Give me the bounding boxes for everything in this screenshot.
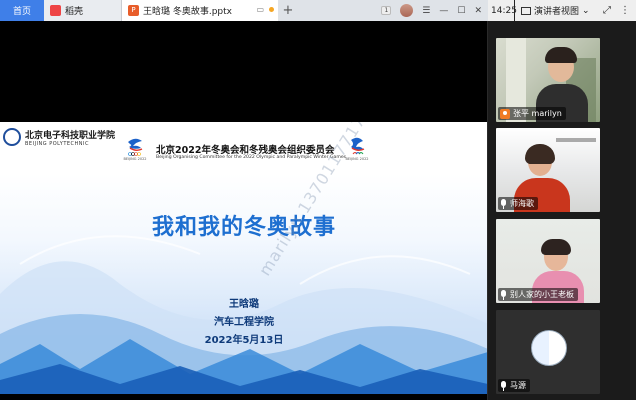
tab-home-label: 首页 — [12, 7, 31, 17]
slide-title: 我和我的冬奥故事 — [151, 215, 336, 240]
unsaved-dot-icon — [269, 7, 274, 12]
committee-name-cn: 北京2022年冬奥会和冬残奥会组织委员会 — [156, 145, 335, 156]
tab-pptx[interactable]: P 王晗璐 冬奥故事.pptx ▭ — [122, 0, 278, 21]
participant-name-tag: 张平 marilyn — [498, 107, 566, 120]
tab-docer-label: 稻壳 — [65, 7, 84, 17]
browser-tab-bar: 首页 稻壳 P 王晗璐 冬奥故事.pptx ▭ + 1 ☰ — ☐ ✕ — [0, 0, 488, 21]
participant-name: 张平 marilyn — [513, 109, 562, 118]
meeting-time: 14:25 — [491, 5, 517, 16]
new-tab-button[interactable]: + — [278, 0, 298, 21]
emblem-caption-1: BEIJING 2022 — [123, 157, 147, 161]
mic-icon — [500, 380, 507, 391]
slide-header: 北京电子科技职业学院 BEIJING POLYTECHNIC BEIJING 2… — [0, 122, 488, 174]
ceiling-light — [556, 138, 596, 142]
participant-name-tag: 马源 — [498, 379, 530, 392]
tab-restore-icon[interactable]: ▭ — [256, 5, 264, 14]
mic-icon — [500, 289, 507, 300]
participant-panel: 张平 marilyn 师海歌 别人家的小王老板 马源 — [488, 21, 636, 400]
menu-icon[interactable]: ☰ — [422, 6, 430, 16]
presenter-view-toggle[interactable]: 演讲者视图 ⌄ — [515, 4, 590, 17]
maximize-icon[interactable]: ☐ — [457, 6, 465, 16]
slide-body: 我和我的冬奥故事 王晗璐 汽车工程学院 2022年5月13日 marilyn 1… — [0, 122, 488, 394]
host-icon — [500, 108, 510, 119]
notification-badge: 1 — [381, 6, 392, 15]
participant-avatar — [531, 330, 567, 366]
participant-name: 别人家的小王老板 — [510, 290, 574, 299]
expand-icon[interactable]: ⤢ — [603, 5, 611, 16]
tab-home[interactable]: 首页 — [0, 0, 44, 21]
slide-date: 2022年5月13日 — [204, 335, 284, 346]
participant-tile[interactable]: 师海歌 — [496, 128, 600, 212]
participant-tile[interactable]: 别人家的小王老板 — [496, 219, 600, 303]
participant-hair — [541, 239, 571, 255]
docer-icon — [50, 5, 61, 16]
window-controls: 1 ☰ — ☐ ✕ — [381, 0, 488, 21]
participant-hair — [545, 47, 577, 63]
school-name: 北京电子科技职业学院 — [25, 131, 116, 141]
close-icon[interactable]: ✕ — [474, 6, 482, 16]
participant-name-tag: 别人家的小王老板 — [498, 288, 578, 301]
participant-name-tag: 师海歌 — [498, 197, 538, 210]
presenter-view-icon — [521, 6, 531, 15]
ppt-file-icon: P — [128, 5, 139, 16]
more-icon[interactable]: ⋮ — [620, 5, 630, 16]
participant-tile[interactable]: 张平 marilyn — [496, 38, 600, 122]
screen: 首页 稻壳 P 王晗璐 冬奥故事.pptx ▭ + 1 ☰ — ☐ ✕ 北京电子… — [0, 0, 636, 400]
participant-tile[interactable]: 马源 — [496, 310, 600, 394]
minimize-icon[interactable]: — — [439, 6, 448, 16]
new-tab-icon: + — [282, 3, 294, 18]
school-name-en: BEIJING POLYTECHNIC — [25, 141, 90, 147]
participant-name: 师海歌 — [510, 199, 534, 208]
tab-docer[interactable]: 稻壳 — [44, 0, 122, 21]
slide-college: 汽车工程学院 — [214, 317, 274, 328]
committee-name-en: Beijing Organising Committee for the 202… — [156, 155, 347, 160]
slide: 北京电子科技职业学院 BEIJING POLYTECHNIC BEIJING 2… — [0, 122, 488, 394]
presenter-view-label: 演讲者视图 — [534, 7, 580, 17]
slide-author: 王晗璐 — [229, 299, 259, 310]
participant-hair — [525, 144, 555, 164]
mic-icon — [500, 198, 507, 209]
tab-pptx-label: 王晗璐 冬奥故事.pptx — [143, 7, 233, 17]
chevron-down-icon: ⌄ — [582, 5, 590, 16]
meeting-header: 14:25 演讲者视图 ⌄ ⤢ ⋮ — [488, 0, 636, 21]
olympic-emblem-icon: BEIJING 2022 — [123, 136, 147, 161]
snow-mountain-background — [0, 235, 488, 394]
participant-name: 马源 — [510, 381, 526, 390]
school-logo-icon — [3, 128, 21, 146]
user-avatar[interactable] — [400, 4, 414, 17]
